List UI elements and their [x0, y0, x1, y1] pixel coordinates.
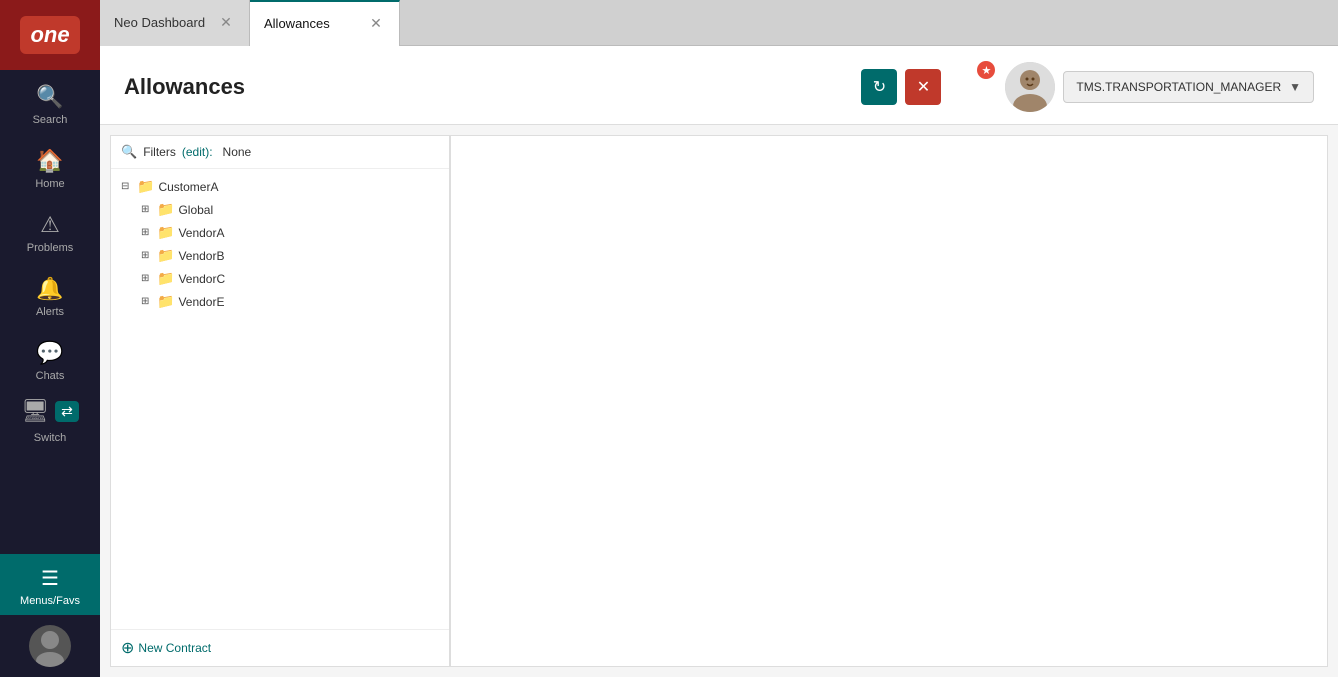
user-avatar	[1005, 62, 1055, 112]
switch-monitor-icon: 🖥	[21, 398, 49, 424]
tree-folder-icon-vendorC: 📁	[157, 270, 174, 287]
logo-text: one	[20, 16, 79, 54]
sidebar-item-home-label: Home	[35, 178, 64, 190]
problems-icon: ⚠	[40, 212, 60, 238]
tree-toggle-vendorC: ⊞	[141, 273, 153, 284]
tree-folder-icon-vendorE: 📁	[157, 293, 174, 310]
sidebar-item-menus-favs[interactable]: ☰ Menus/Favs	[0, 554, 100, 615]
filters-value: None	[223, 145, 252, 159]
tree-toggle-vendorE: ⊞	[141, 296, 153, 307]
tree-area: ⊟ 📁 CustomerA ⊞ 📁 Global ⊞ 📁 Ve	[111, 169, 449, 629]
tab-neo-dashboard[interactable]: Neo Dashboard ✕	[100, 0, 250, 46]
alerts-icon: 🔔	[36, 276, 63, 302]
content-header: Allowances ↻ ✕ ★	[100, 46, 1338, 125]
header-actions: ↻ ✕ ★	[861, 62, 1314, 112]
tab-neo-dashboard-close[interactable]: ✕	[217, 14, 235, 32]
tree-toggle-vendorB: ⊞	[141, 250, 153, 261]
tree-label-vendorA: VendorA	[178, 226, 224, 240]
user-name-label: TMS.TRANSPORTATION_MANAGER	[1076, 80, 1281, 94]
sidebar-item-switch-label: Switch	[34, 432, 66, 444]
switch-row: 🖥 ⇄	[21, 390, 79, 432]
tree-folder-icon-vendorB: 📁	[157, 247, 174, 264]
tab-neo-dashboard-label: Neo Dashboard	[114, 15, 205, 30]
tree-node-vendorA[interactable]: ⊞ 📁 VendorA	[141, 221, 439, 244]
new-contract-plus-icon[interactable]: ⊕	[121, 638, 134, 658]
sidebar-item-problems-label: Problems	[27, 242, 73, 254]
tree-node-customerA[interactable]: ⊟ 📁 CustomerA	[121, 175, 439, 198]
tree-toggle-vendorA: ⊞	[141, 227, 153, 238]
app-logo[interactable]: one	[0, 0, 100, 70]
user-avatar-small	[29, 625, 71, 667]
tree-node-vendorB[interactable]: ⊞ 📁 VendorB	[141, 244, 439, 267]
refresh-icon: ↻	[873, 77, 886, 97]
right-panel	[450, 135, 1328, 667]
menu-icon: ☰	[41, 566, 59, 591]
filters-label: Filters	[143, 145, 176, 159]
notification-star-badge: ★	[977, 61, 995, 79]
tree-label-customerA: CustomerA	[158, 180, 218, 194]
switch-badge-icon: ⇄	[55, 401, 79, 422]
tree-node-vendorE[interactable]: ⊞ 📁 VendorE	[141, 290, 439, 313]
sidebar-item-alerts-label: Alerts	[36, 306, 64, 318]
tree-toggle-customerA: ⊟	[121, 181, 133, 192]
content-body: 🔍 Filters (edit): None ⊟ 📁 CustomerA ⊞ 📁	[100, 125, 1338, 677]
sidebar: one 🔍 Search 🏠 Home ⚠ Problems 🔔 Alerts …	[0, 0, 100, 677]
close-icon: ✕	[917, 77, 930, 97]
tab-allowances-label: Allowances	[264, 16, 330, 31]
tree-folder-icon-vendorA: 📁	[157, 224, 174, 241]
sidebar-item-chats-label: Chats	[36, 370, 65, 382]
left-panel-footer: ⊕ New Contract	[111, 629, 449, 666]
left-panel: 🔍 Filters (edit): None ⊟ 📁 CustomerA ⊞ 📁	[110, 135, 450, 667]
tree-node-vendorC[interactable]: ⊞ 📁 VendorC	[141, 267, 439, 290]
tree-node-global[interactable]: ⊞ 📁 Global	[141, 198, 439, 221]
tree-label-global: Global	[178, 203, 213, 217]
refresh-button[interactable]: ↻	[861, 69, 897, 105]
filters-edit-link[interactable]: (edit):	[182, 145, 213, 159]
home-icon: 🏠	[36, 148, 63, 174]
chats-icon: 💬	[36, 340, 63, 366]
close-button[interactable]: ✕	[905, 69, 941, 105]
tree-label-vendorE: VendorE	[178, 295, 224, 309]
search-icon: 🔍	[36, 84, 63, 110]
sidebar-menus-label: Menus/Favs	[20, 595, 80, 607]
tab-allowances[interactable]: Allowances ✕	[250, 0, 400, 46]
filter-magnifier-icon: 🔍	[121, 144, 137, 160]
sidebar-item-problems[interactable]: ⚠ Problems	[0, 198, 100, 262]
sidebar-item-chats[interactable]: 💬 Chats	[0, 326, 100, 390]
tree-folder-icon-global: 📁	[157, 201, 174, 218]
sidebar-item-search-label: Search	[33, 114, 68, 126]
tab-allowances-close[interactable]: ✕	[367, 15, 385, 33]
main-area: Neo Dashboard ✕ Allowances ✕ Allowances …	[100, 0, 1338, 677]
tree-label-vendorC: VendorC	[178, 272, 225, 286]
new-contract-link[interactable]: New Contract	[138, 641, 211, 655]
page-title: Allowances	[124, 74, 861, 100]
filter-bar: 🔍 Filters (edit): None	[111, 136, 449, 169]
sidebar-bottom-avatar[interactable]	[0, 615, 100, 677]
tabs-bar: Neo Dashboard ✕ Allowances ✕	[100, 0, 1338, 46]
sidebar-item-alerts[interactable]: 🔔 Alerts	[0, 262, 100, 326]
tree-children-customerA: ⊞ 📁 Global ⊞ 📁 VendorA ⊞ 📁 VendorB	[121, 198, 439, 313]
tree-folder-icon-customerA: 📁	[137, 178, 154, 195]
tree-toggle-global: ⊞	[141, 204, 153, 215]
dropdown-arrow-icon: ▼	[1289, 80, 1301, 94]
tree-label-vendorB: VendorB	[178, 249, 224, 263]
hamburger-menu-button[interactable]: ★	[949, 67, 989, 107]
user-dropdown[interactable]: TMS.TRANSPORTATION_MANAGER ▼	[1063, 71, 1314, 103]
sidebar-item-home[interactable]: 🏠 Home	[0, 134, 100, 198]
sidebar-item-search[interactable]: 🔍 Search	[0, 70, 100, 134]
